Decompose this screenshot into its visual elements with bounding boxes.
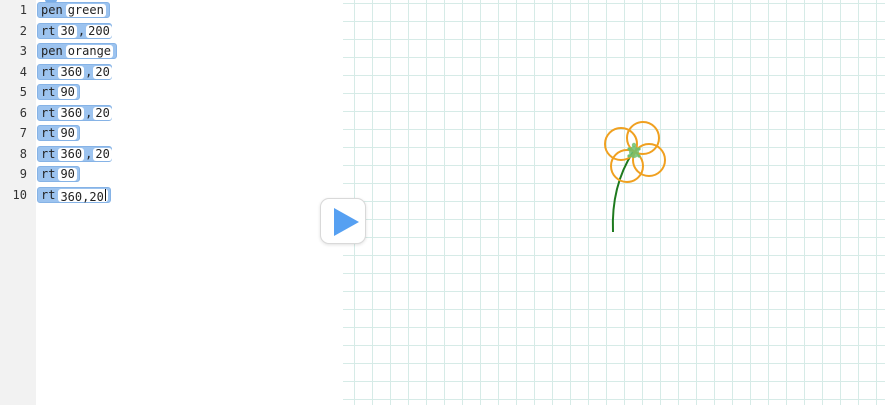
code-block-rt-editing[interactable]: rt 360,20 [37, 187, 111, 203]
comma-separator: , [85, 147, 93, 161]
argument-field[interactable]: 90 [58, 126, 77, 140]
line-number: 9 [19, 167, 27, 181]
argument-field[interactable]: 20 [93, 147, 112, 161]
command-keyword: rt [41, 126, 56, 140]
argument-field[interactable]: green [65, 3, 106, 17]
comma-separator: , [85, 65, 93, 79]
command-keyword: rt [41, 188, 56, 202]
command-keyword: pen [41, 44, 63, 58]
argument-field[interactable]: 20 [93, 106, 112, 120]
command-keyword: rt [41, 147, 56, 161]
code-block-rt[interactable]: rt 360, 20 [37, 146, 112, 162]
line-number: 8 [19, 147, 27, 161]
code-block-rt[interactable]: rt 90 [37, 166, 80, 182]
turtle-drawing [604, 121, 666, 233]
play-triangle-icon [334, 208, 359, 236]
stem-line [611, 151, 634, 233]
line-number: 10 [12, 188, 27, 202]
line-number: 1 [19, 3, 27, 17]
code-block-rt[interactable]: rt 90 [37, 125, 80, 141]
argument-field[interactable]: 360 [58, 147, 85, 161]
argument-field[interactable]: 20 [93, 65, 112, 79]
argument-field[interactable]: orange [65, 44, 114, 58]
code-block-rt[interactable]: rt 30, 200 [37, 23, 112, 39]
line-number: 6 [19, 106, 27, 120]
command-keyword: rt [41, 167, 56, 181]
line-number: 7 [19, 126, 27, 140]
argument-field[interactable]: 90 [58, 167, 77, 181]
code-block-pen[interactable]: pen green [37, 2, 110, 18]
line-number: 4 [19, 65, 27, 79]
command-keyword: rt [41, 24, 56, 38]
argument-field[interactable]: 360 [58, 106, 85, 120]
line-number-gutter: 1 2 3 4 5 6 7 8 9 10 [0, 0, 36, 405]
line-number: 2 [19, 24, 27, 38]
command-keyword: rt [41, 106, 56, 120]
argument-field-active[interactable]: 360,20 [58, 188, 108, 204]
comma-separator: , [77, 24, 86, 38]
text-cursor [104, 188, 106, 201]
run-button[interactable] [320, 198, 366, 244]
comma-separator: , [85, 106, 93, 120]
argument-field[interactable]: 200 [86, 24, 112, 38]
line-number: 3 [19, 44, 27, 58]
argument-field[interactable]: 90 [58, 85, 77, 99]
code-block-rt[interactable]: rt 90 [37, 84, 80, 100]
command-keyword: rt [41, 85, 56, 99]
command-keyword: pen [41, 3, 63, 17]
code-block-pen[interactable]: pen orange [37, 43, 117, 59]
argument-field[interactable]: 30 [58, 24, 77, 38]
argument-field[interactable]: 360 [58, 65, 85, 79]
turtle-canvas[interactable] [343, 0, 885, 405]
command-keyword: rt [41, 65, 56, 79]
argument-text: 360,20 [60, 189, 104, 204]
code-block-rt[interactable]: rt 360, 20 [37, 64, 112, 80]
line-number: 5 [19, 85, 27, 99]
code-block-rt[interactable]: rt 360, 20 [37, 105, 112, 121]
